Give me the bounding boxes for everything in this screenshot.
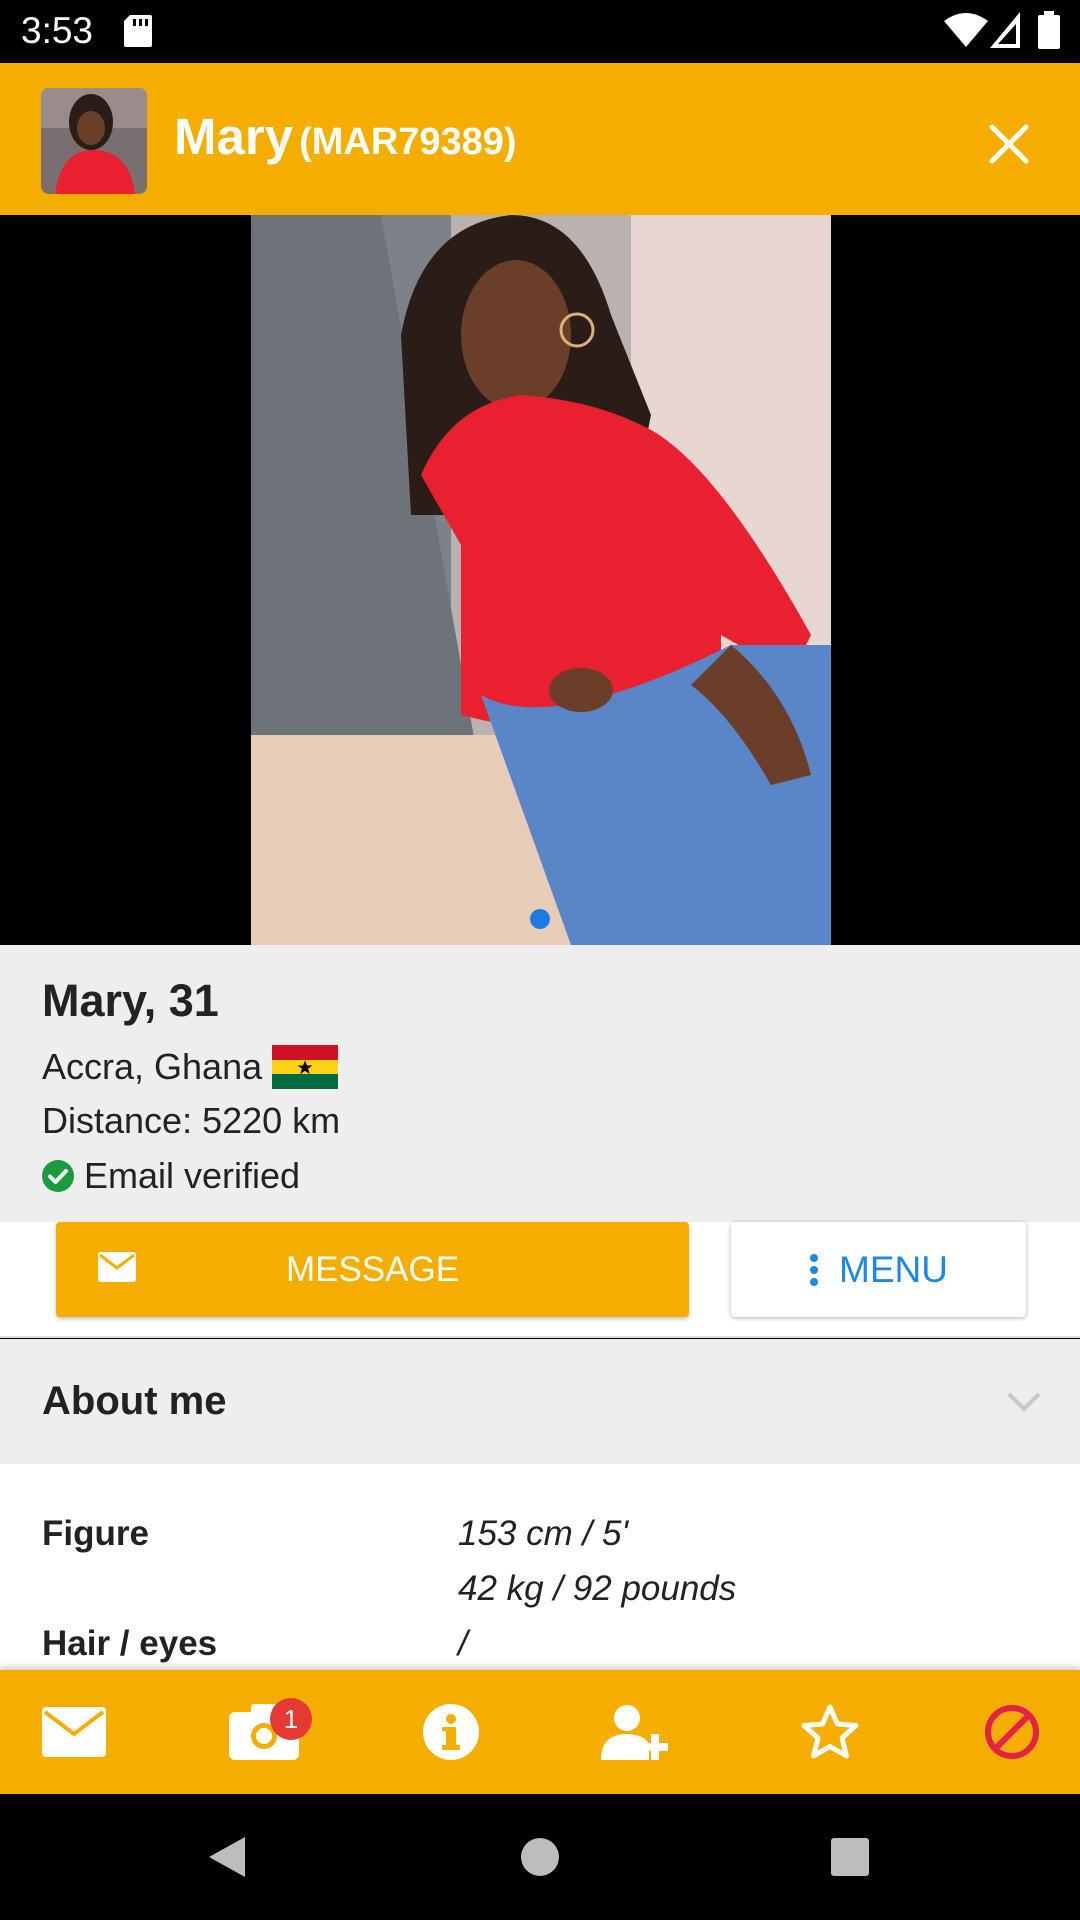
chevron-down-icon xyxy=(1007,1392,1041,1412)
menu-button[interactable]: MENU xyxy=(731,1222,1026,1317)
nav-message-button[interactable] xyxy=(14,1670,134,1794)
block-icon xyxy=(985,1705,1039,1759)
wifi-icon xyxy=(944,13,988,47)
gallery-dot-indicator[interactable] xyxy=(530,909,550,929)
about-me-title: About me xyxy=(42,1379,227,1423)
profile-info: Mary, 31 Accra, Ghana Distance: 5220 km … xyxy=(0,945,1080,1222)
action-bar: MESSAGE MENU xyxy=(0,1222,1080,1338)
photo-gallery[interactable] xyxy=(0,215,1080,945)
attr-label-figure: Figure xyxy=(42,1514,149,1553)
signal-icon xyxy=(990,12,1020,48)
attr-value-hair-eyes: / xyxy=(458,1624,468,1663)
home-icon xyxy=(521,1838,559,1876)
nav-favorite-button[interactable] xyxy=(770,1670,890,1794)
recents-icon xyxy=(831,1838,869,1876)
envelope-icon xyxy=(98,1252,136,1282)
location-row: Accra, Ghana xyxy=(42,1045,339,1089)
nav-add-friend-button[interactable] xyxy=(578,1670,698,1794)
system-recents-button[interactable] xyxy=(790,1794,910,1920)
profile-header: Mary (MAR79389) xyxy=(0,63,1080,215)
about-me-section-header[interactable]: About me xyxy=(0,1339,1080,1464)
close-button[interactable] xyxy=(978,113,1040,175)
message-button-label: MESSAGE xyxy=(285,1249,460,1289)
nav-info-button[interactable] xyxy=(391,1670,511,1794)
attr-value-height: 153 cm / 5' xyxy=(458,1514,629,1553)
photo-count-badge: 1 xyxy=(270,1698,312,1740)
message-button[interactable]: MESSAGE xyxy=(56,1222,689,1317)
info-icon xyxy=(423,1704,479,1760)
battery-icon xyxy=(1038,11,1060,49)
attr-value-weight: 42 kg / 92 pounds xyxy=(458,1569,737,1608)
back-icon xyxy=(209,1837,245,1877)
profile-photo[interactable] xyxy=(251,215,831,945)
star-icon xyxy=(801,1704,859,1759)
header-user-id: (MAR79389) xyxy=(299,121,517,163)
more-vertical-icon xyxy=(810,1253,819,1286)
mail-icon xyxy=(42,1707,106,1757)
header-name: Mary xyxy=(174,108,294,165)
profile-bottom-nav: 1 xyxy=(0,1670,1080,1794)
check-circle-icon xyxy=(42,1160,74,1192)
attr-label-hair-eyes: Hair / eyes xyxy=(42,1624,218,1663)
ghana-flag-icon xyxy=(272,1045,339,1089)
menu-button-label: MENU xyxy=(839,1248,948,1290)
header-title: Mary (MAR79389) xyxy=(174,107,517,166)
system-back-button[interactable] xyxy=(167,1794,287,1920)
sd-card-icon xyxy=(124,15,152,47)
location-text: Accra, Ghana xyxy=(42,1046,263,1087)
status-time: 3:53 xyxy=(21,10,94,51)
header-avatar[interactable] xyxy=(41,88,147,194)
distance-text: Distance: 5220 km xyxy=(42,1100,341,1141)
add-user-icon xyxy=(601,1705,668,1760)
profile-name-age: Mary, 31 xyxy=(42,975,219,1026)
system-navigation-bar xyxy=(0,1794,1080,1920)
status-bar: 3:53 xyxy=(0,0,1080,63)
system-home-button[interactable] xyxy=(480,1794,600,1920)
verified-text: Email verified xyxy=(84,1155,301,1196)
email-verified-row: Email verified xyxy=(42,1155,300,1197)
close-icon xyxy=(989,124,1029,164)
nav-block-button[interactable] xyxy=(952,1670,1072,1794)
about-me-details: Figure 153 cm / 5' 42 kg / 92 pounds Hai… xyxy=(0,1464,1080,1670)
